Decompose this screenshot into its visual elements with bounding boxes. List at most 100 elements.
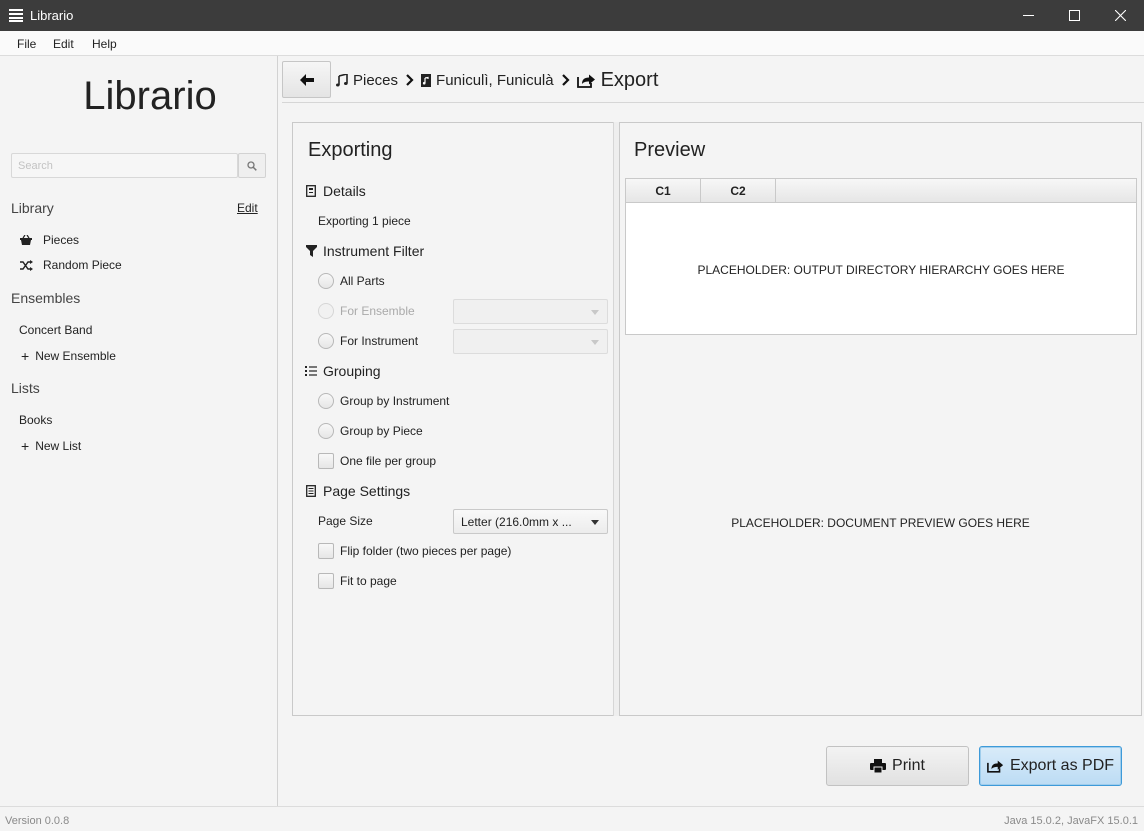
document-icon [304, 184, 318, 198]
radio-circle [318, 273, 334, 289]
search-input[interactable] [11, 153, 238, 178]
column-header[interactable]: C1 [626, 179, 701, 203]
select-value: Letter (216.0mm x ... [461, 514, 572, 529]
filter-icon [304, 244, 318, 258]
breadcrumb-export: Export [576, 68, 659, 92]
chevron-right-icon [406, 74, 414, 86]
page-size-select[interactable]: Letter (216.0mm x ... [453, 509, 608, 534]
instrument-filter-label: Instrument Filter [323, 243, 425, 259]
library-heading: Library [11, 200, 54, 216]
exporting-panel: Exporting Details Exporting 1 piece Inst… [292, 122, 614, 716]
page-size-label: Page Size [318, 514, 373, 528]
window-title: Librario [30, 8, 74, 23]
breadcrumb: Pieces Funiculì, Funiculà Export [336, 68, 658, 92]
flip-folder-checkbox[interactable]: Flip folder (two pieces per page) [318, 543, 511, 559]
fit-to-page-checkbox[interactable]: Fit to page [318, 573, 397, 589]
breadcrumb-pieces[interactable]: Pieces [336, 72, 398, 89]
close-button[interactable] [1097, 0, 1143, 31]
search-button[interactable] [238, 153, 266, 178]
radio-label: For Instrument [340, 334, 419, 348]
lists-heading: Lists [11, 380, 40, 396]
print-label: Print [892, 757, 925, 774]
menu-file[interactable]: File [17, 37, 36, 51]
output-tree-table[interactable]: C1 C2 PLACEHOLDER: OUTPUT DIRECTORY HIER… [625, 178, 1137, 335]
minimize-icon [1022, 15, 1034, 16]
sidebar-item-books[interactable]: Books [19, 413, 52, 427]
app-icon [9, 8, 23, 22]
radio-label: All Parts [340, 274, 385, 288]
chevron-down-icon [591, 520, 599, 525]
title-bar: Librario [0, 0, 1144, 31]
list-icon [304, 364, 318, 378]
search-icon [247, 160, 257, 171]
chevron-down-icon [591, 340, 599, 345]
exporting-title: Exporting [308, 139, 393, 161]
export-pdf-label: Export as PDF [1009, 757, 1115, 774]
breadcrumb-label: Funiculì, Funiculà [436, 71, 554, 89]
status-bar: Version 0.0.8 Java 15.0.2, JavaFX 15.0.1 [0, 806, 1144, 831]
for-instrument-radio[interactable]: For Instrument [318, 333, 418, 349]
group-by-instrument-radio[interactable]: Group by Instrument [318, 393, 449, 409]
column-header[interactable]: C2 [701, 179, 776, 203]
sidebar-item-random-piece[interactable]: Random Piece [19, 258, 122, 272]
back-button[interactable] [282, 61, 331, 98]
table-header: C1 C2 [626, 179, 1136, 203]
checkbox-label: Flip folder (two pieces per page) [340, 544, 512, 558]
breadcrumb-label: Export [600, 68, 659, 91]
preview-panel: Preview C1 C2 PLACEHOLDER: OUTPUT DIRECT… [619, 122, 1142, 716]
breadcrumb-piece[interactable]: Funiculì, Funiculà [421, 72, 554, 89]
new-ensemble-label: New Ensemble [35, 349, 116, 363]
close-icon [1114, 10, 1126, 21]
page-settings-label: Page Settings [323, 483, 411, 499]
menu-help[interactable]: Help [92, 37, 117, 51]
menu-edit[interactable]: Edit [53, 37, 74, 51]
grouping-heading: Grouping [304, 363, 381, 379]
radio-circle [318, 303, 334, 319]
radio-circle [318, 393, 334, 409]
share-icon [987, 759, 1004, 773]
basket-icon [19, 233, 33, 247]
print-button[interactable]: Print [826, 746, 969, 786]
exporting-count: Exporting 1 piece [318, 214, 411, 228]
document-preview-placeholder: PLACEHOLDER: DOCUMENT PREVIEW GOES HERE [731, 516, 1030, 530]
checkbox-label: One file per group [340, 454, 437, 468]
checkbox-box [318, 453, 334, 469]
sidebar-item-label: Concert Band [19, 323, 93, 337]
ensembles-heading: Ensembles [11, 290, 81, 306]
for-ensemble-radio[interactable]: For Ensemble [318, 303, 415, 319]
arrow-left-icon [299, 73, 314, 86]
ensemble-select[interactable] [453, 299, 608, 324]
minimize-button[interactable] [1005, 0, 1051, 31]
maximize-button[interactable] [1051, 0, 1097, 31]
export-pdf-button[interactable]: Export as PDF [979, 746, 1122, 786]
group-by-piece-radio[interactable]: Group by Piece [318, 423, 423, 439]
sidebar-item-concert-band[interactable]: Concert Band [19, 323, 92, 337]
chevron-down-icon [591, 310, 599, 315]
new-list-button[interactable]: + New List [19, 438, 81, 454]
version-text: Version 0.0.8 [5, 815, 70, 827]
new-ensemble-button[interactable]: + New Ensemble [19, 348, 116, 364]
sidebar-item-label: Pieces [43, 233, 80, 247]
radio-circle [318, 333, 334, 349]
page-icon [304, 484, 318, 498]
sidebar-item-label: Books [19, 413, 53, 427]
music-file-icon [421, 73, 432, 87]
one-file-per-group-checkbox[interactable]: One file per group [318, 453, 436, 469]
menu-bar: File Edit Help [0, 31, 1144, 56]
runtime-text: Java 15.0.2, JavaFX 15.0.1 [1004, 815, 1138, 827]
new-list-label: New List [35, 439, 82, 453]
details-heading: Details [304, 183, 366, 199]
music-note-icon [336, 73, 348, 87]
all-parts-radio[interactable]: All Parts [318, 273, 385, 289]
breadcrumb-label: Pieces [353, 71, 399, 89]
sidebar-item-pieces[interactable]: Pieces [19, 233, 79, 247]
checkbox-box [318, 543, 334, 559]
radio-label: For Ensemble [340, 304, 415, 318]
instrument-select[interactable] [453, 329, 608, 354]
page-settings-heading: Page Settings [304, 483, 410, 499]
maximize-icon [1068, 10, 1080, 21]
sidebar-item-label: Random Piece [43, 258, 122, 272]
grouping-label: Grouping [323, 363, 381, 379]
library-edit-link[interactable]: Edit [237, 201, 258, 215]
radio-circle [318, 423, 334, 439]
